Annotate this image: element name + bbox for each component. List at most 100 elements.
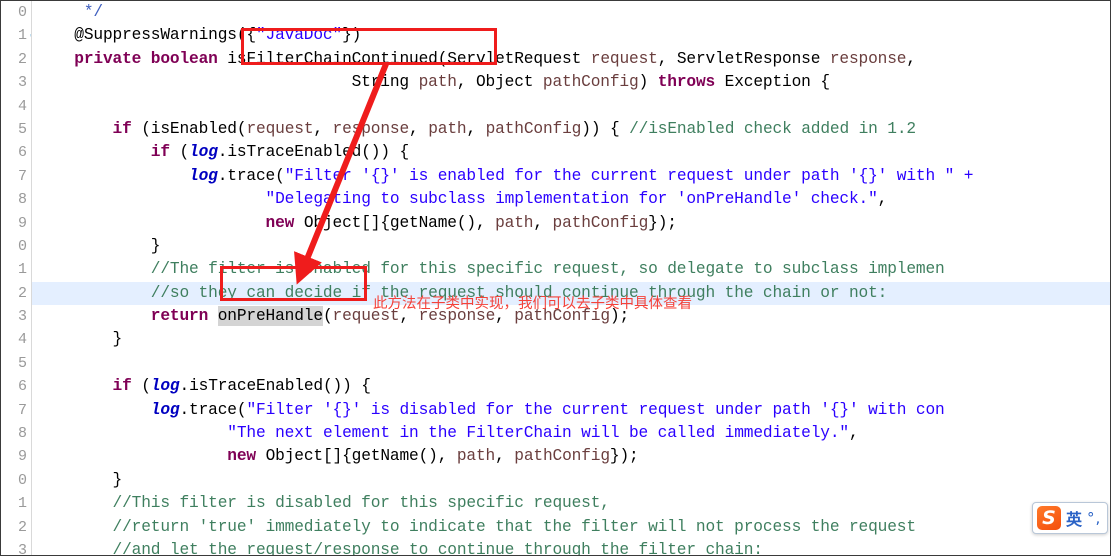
code-line[interactable] — [32, 95, 1110, 118]
code-token: log — [150, 400, 180, 419]
code-token: path — [428, 119, 467, 138]
code-token: }) — [342, 26, 362, 45]
code-token: onPreHandle — [217, 306, 323, 327]
code-line[interactable]: new Object[]{getName(), path, pathConfig… — [32, 212, 1110, 235]
code-token: log — [150, 377, 180, 396]
code-token: if — [150, 143, 180, 162]
code-line[interactable]: //and let the request/response to contin… — [32, 539, 1110, 555]
code-token: path — [456, 447, 496, 466]
code-token: , — [399, 307, 419, 326]
code-line[interactable]: if (isEnabled(request, response, path, p… — [32, 118, 1110, 141]
code-line[interactable]: //This filter is disabled for this speci… — [32, 492, 1110, 515]
code-token: Object[]{getName(), — [303, 213, 496, 232]
line-number: 4 — [17, 97, 27, 115]
code-token: , — [533, 213, 553, 232]
code-token: , — [409, 119, 429, 138]
line-number: 7 — [17, 401, 27, 419]
code-token: , — [906, 49, 916, 68]
line-number: 3 — [17, 308, 27, 326]
code-line[interactable]: log.trace("Filter '{}' is disabled for t… — [32, 399, 1110, 422]
line-number: 6 — [17, 378, 27, 396]
code-token: , — [495, 307, 515, 326]
line-number: 0 — [17, 4, 27, 21]
code-line[interactable]: new Object[]{getName(), path, pathConfig… — [32, 445, 1110, 468]
code-line[interactable] — [32, 352, 1110, 375]
code-line[interactable]: String path, Object pathConfig) throws E… — [32, 71, 1110, 94]
line-number-gutter[interactable]: 01▭234567890123456789012345 — [1, 1, 32, 555]
line-number: 5 — [17, 354, 27, 372]
code-line[interactable]: } — [32, 328, 1110, 351]
code-line[interactable]: } — [32, 235, 1110, 258]
ime-language-mode-button[interactable]: 英 — [1066, 506, 1082, 530]
code-token: ( — [322, 307, 333, 326]
code-token: new — [227, 447, 266, 466]
code-line[interactable]: "Delegating to subclass implementation f… — [32, 188, 1110, 211]
code-token: path — [418, 73, 457, 92]
code-fold-icon[interactable]: ▭ — [29, 31, 32, 40]
code-line[interactable]: log.trace("Filter '{}' is enabled for th… — [32, 165, 1110, 188]
code-line[interactable]: return onPreHandle(request, response, pa… — [32, 305, 1110, 328]
code-line[interactable]: private boolean isFilterChainContinued(S… — [32, 48, 1110, 71]
code-token: pathConfig — [542, 73, 639, 92]
code-token: throws — [657, 73, 725, 92]
code-token: */ — [36, 3, 103, 21]
code-token: pathConfig — [485, 119, 582, 138]
ime-punctuation-mode-button[interactable]: °, — [1087, 509, 1101, 527]
code-line[interactable]: "The next element in the FilterChain wil… — [32, 422, 1110, 445]
code-line[interactable]: } — [32, 469, 1110, 492]
code-token: String — [36, 73, 419, 92]
line-number-list: 01▭234567890123456789012345 — [1, 1, 31, 555]
code-token: response — [418, 307, 496, 326]
code-token: , ServletResponse — [657, 49, 830, 68]
code-line[interactable]: if (log.isTraceEnabled()) { — [32, 375, 1110, 398]
code-token: Exception { — [724, 73, 830, 92]
line-number: 1▭ — [1, 24, 31, 47]
code-token: ) — [638, 73, 658, 92]
code-token: ); — [609, 307, 630, 326]
code-token: "Filter '{}' is disabled for the current… — [246, 400, 945, 419]
code-line[interactable]: //so they can decide if the request shou… — [32, 281, 1110, 306]
code-token: response — [332, 119, 410, 138]
code-token: return — [150, 307, 218, 326]
line-number: 9 — [17, 214, 27, 232]
line-number: 2 — [17, 284, 27, 302]
code-token: .isTraceEnabled()) { — [179, 377, 371, 396]
code-line[interactable]: //The filter is enabled for this specifi… — [32, 258, 1110, 281]
code-token: , — [313, 119, 333, 138]
code-token: new — [265, 213, 304, 232]
code-token: //This filter is disabled for this speci… — [112, 494, 610, 513]
code-content-area[interactable]: */ @SuppressWarnings({"JavaDoc"}) privat… — [32, 1, 1110, 555]
sogou-ime-toolbar[interactable]: S 英 °, — [1032, 502, 1109, 534]
line-number: 8 — [17, 191, 27, 209]
sogou-logo-icon[interactable]: S — [1037, 506, 1061, 530]
code-line[interactable]: if (log.isTraceEnabled()) { — [32, 141, 1110, 164]
code-token: }); — [648, 213, 677, 232]
code-token: log — [189, 166, 218, 185]
line-number: 1 — [17, 495, 27, 513]
line-number: 6 — [17, 144, 27, 162]
code-line[interactable]: */ — [32, 1, 1110, 24]
code-token: pathConfig — [514, 307, 610, 326]
code-token: , Object — [456, 73, 543, 92]
code-token: .isTraceEnabled()) { — [217, 143, 410, 162]
code-token: request — [246, 119, 314, 138]
code-editor[interactable]: 01▭234567890123456789012345 */ @Suppress… — [1, 1, 1110, 555]
code-line[interactable]: //return 'true' immediately to indicate … — [32, 516, 1110, 539]
code-token: //isEnabled check added in 1.2 — [629, 119, 917, 138]
code-token: } — [36, 330, 123, 349]
code-token: pathConfig — [552, 213, 649, 232]
code-token: ( — [179, 143, 190, 162]
code-line[interactable]: @SuppressWarnings({"JavaDoc"}) — [32, 24, 1110, 47]
code-token: path — [495, 213, 534, 232]
line-number: 9 — [17, 448, 27, 466]
